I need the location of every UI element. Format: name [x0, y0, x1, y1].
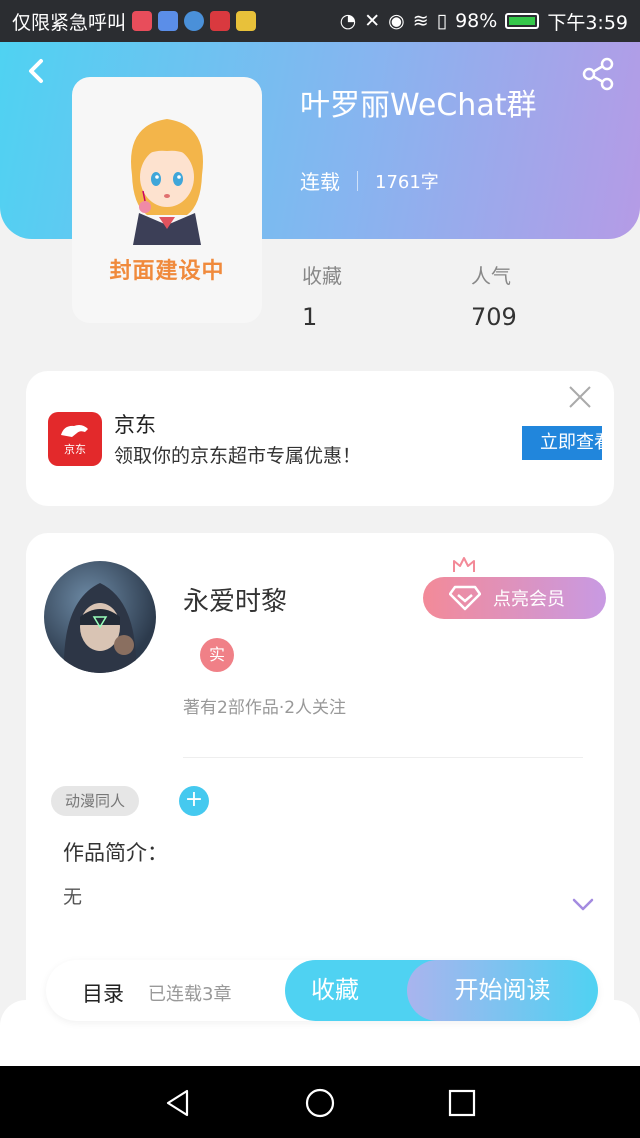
- nav-back-icon[interactable]: [163, 1088, 193, 1118]
- hooded-figure-avatar: [63, 583, 137, 673]
- jd-dog-icon: [61, 425, 88, 437]
- section-divider: [183, 757, 583, 758]
- share-button[interactable]: [580, 56, 616, 92]
- verified-badge: 实: [200, 638, 234, 672]
- diamond-icon: [449, 585, 481, 611]
- expand-button[interactable]: [572, 897, 594, 911]
- app-icon: [132, 11, 153, 31]
- stat-value: 709: [471, 303, 517, 331]
- clock: 下午3:59: [547, 11, 628, 34]
- chapter-progress[interactable]: 已连载3章: [148, 980, 231, 1006]
- author-name[interactable]: 永爱时黎: [183, 581, 287, 618]
- intro-text: 无: [63, 886, 83, 908]
- stat-favorites: 收藏 1: [302, 260, 342, 331]
- chevron-left-icon: [29, 59, 43, 83]
- jd-logo-text: 京东: [64, 443, 86, 456]
- wifi-icon: ≋: [412, 10, 429, 32]
- book-cover[interactable]: 封面建设中: [72, 77, 262, 323]
- stat-value: 1: [302, 303, 318, 331]
- vip-button[interactable]: 点亮会员: [423, 577, 606, 619]
- nav-recents-icon[interactable]: [447, 1088, 477, 1118]
- book-meta: 连载 1761字: [300, 166, 439, 195]
- action-bar: 目录 已连载3章 收藏 开始阅读: [46, 960, 598, 1021]
- crown-icon: [453, 557, 475, 572]
- add-tag-button[interactable]: +: [179, 786, 209, 816]
- ad-brand-name: 京东: [114, 413, 156, 437]
- anime-girl-illustration: [131, 119, 203, 245]
- meta-divider: [357, 170, 358, 191]
- intro-title: 作品简介：: [63, 841, 168, 865]
- cover-placeholder-text: 封面建设中: [109, 259, 225, 284]
- share-icon: [582, 57, 614, 91]
- nav-home-icon[interactable]: [305, 1088, 335, 1118]
- author-avatar[interactable]: [44, 561, 156, 673]
- eye-icon: ◉: [388, 10, 405, 32]
- battery-percent: 98%: [455, 10, 498, 32]
- author-stats: 著有2部作品·2人关注: [183, 698, 347, 718]
- mute-icon: ✕: [364, 10, 381, 32]
- genre-tag[interactable]: 动漫同人: [51, 786, 140, 816]
- jd-logo: 京东: [48, 412, 102, 466]
- toc-button[interactable]: 目录: [82, 978, 124, 1008]
- close-icon: [569, 386, 591, 408]
- book-title: 叶罗丽WeChat群: [300, 88, 537, 123]
- close-ad-button[interactable]: [568, 385, 592, 409]
- word-count: 1761字: [375, 171, 439, 193]
- music-icon: [158, 11, 179, 31]
- stat-popularity: 人气 709: [471, 260, 517, 331]
- chevron-down-icon: [572, 898, 594, 911]
- stat-label: 人气: [471, 264, 511, 288]
- data-icon: ◔: [339, 10, 357, 32]
- status-bar: 仅限紧急呼叫 ◔ ✕ ◉ ≋ ▯ 98% 下午3:59: [0, 0, 640, 42]
- browser-icon: [184, 11, 205, 31]
- battery-icon: [505, 13, 540, 29]
- ad-banner[interactable]: 京东 京东 领取你的京东超市专属优惠！ 立即查看: [26, 371, 614, 506]
- serial-status: 连载: [300, 170, 340, 194]
- ad-cta-button[interactable]: 立即查看: [522, 426, 602, 460]
- start-reading-button[interactable]: 开始阅读: [407, 960, 598, 1021]
- stat-label: 收藏: [302, 264, 342, 288]
- carrier-text: 仅限紧急呼叫: [12, 11, 127, 34]
- robot-icon: [236, 11, 257, 31]
- ad-description: 领取你的京东超市专属优惠！: [114, 445, 362, 467]
- huawei-icon: [210, 11, 231, 31]
- system-nav-bar: [0, 1066, 640, 1138]
- alert-icon: ▯: [436, 10, 448, 32]
- vip-button-label: 点亮会员: [493, 589, 565, 610]
- back-button[interactable]: [22, 56, 52, 86]
